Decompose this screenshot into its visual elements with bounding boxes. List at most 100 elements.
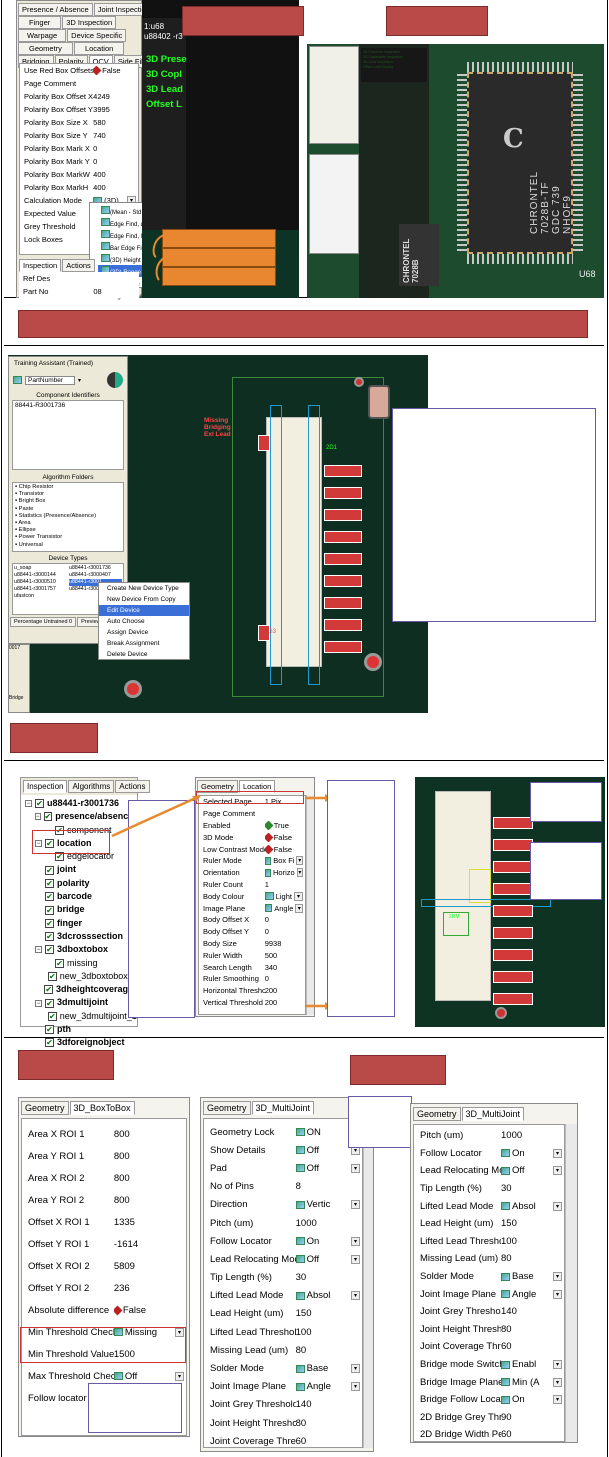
property-row[interactable]: Solder Mode Base ▾ bbox=[414, 1268, 564, 1286]
property-row[interactable]: Area Y ROI 1 800 bbox=[22, 1145, 186, 1167]
menu-break-assignment[interactable]: Break Assignment bbox=[99, 638, 189, 649]
menu-assign-device[interactable]: Assign Device bbox=[99, 627, 189, 638]
property-value[interactable]: 90 bbox=[501, 1412, 564, 1423]
property-value[interactable]: On ▾ bbox=[295, 1236, 362, 1247]
checkbox[interactable]: ✔ bbox=[48, 972, 57, 981]
checkbox[interactable]: ✔ bbox=[48, 1011, 57, 1021]
tab-finger[interactable]: Finger bbox=[18, 16, 62, 29]
property-value[interactable]: Min (A ▾ bbox=[501, 1377, 564, 1388]
checkbox[interactable]: ✔ bbox=[45, 905, 54, 915]
tab-device-specific[interactable]: Device Specific bbox=[67, 29, 127, 42]
property-value[interactable]: 80 bbox=[296, 1345, 362, 1356]
collapse-icon[interactable]: − bbox=[35, 813, 41, 821]
property-value[interactable]: -1614 bbox=[114, 1239, 186, 1250]
device-type-item[interactable]: u_soap bbox=[14, 565, 67, 572]
property-value[interactable]: 0 bbox=[93, 157, 138, 166]
tab-3d-multijoint-p8[interactable]: 3D_MultiJoint bbox=[461, 1107, 525, 1121]
property-row[interactable]: Joint Grey Threshold 140 bbox=[204, 1396, 362, 1414]
tab-3d-boxtobox[interactable]: 3D_BoxToBox bbox=[69, 1101, 135, 1115]
property-value[interactable]: On ▾ bbox=[501, 1394, 564, 1405]
property-row[interactable]: Polarity Box MarkH 400 bbox=[20, 181, 138, 194]
property-value[interactable]: 140 bbox=[296, 1399, 362, 1410]
checkbox[interactable]: ✔ bbox=[35, 799, 44, 809]
checkbox[interactable]: ✔ bbox=[45, 932, 54, 942]
property-row[interactable]: Missing Lead (um) 80 bbox=[204, 1341, 362, 1359]
property-row[interactable]: Joint Coverage Thresh...60 bbox=[414, 1338, 564, 1356]
property-row[interactable]: Offset X ROI 1 1335 bbox=[22, 1211, 186, 1233]
chevron-down-icon[interactable]: ▾ bbox=[350, 1291, 360, 1301]
property-value[interactable]: Enabl ▾ bbox=[501, 1359, 564, 1370]
chevron-down-icon[interactable]: ▾ bbox=[350, 1364, 360, 1374]
checkbox[interactable]: ✔ bbox=[45, 998, 54, 1008]
property-value[interactable]: 400 bbox=[93, 170, 138, 179]
property-value[interactable]: 800 bbox=[114, 1173, 186, 1184]
property-value[interactable]: False bbox=[93, 66, 138, 75]
property-row[interactable]: Absolute difference False bbox=[22, 1299, 186, 1321]
property-row[interactable]: Polarity Box Size Y 740 bbox=[20, 129, 138, 142]
dropdown-arrow-icon[interactable]: ▾ bbox=[78, 377, 81, 384]
property-value[interactable]: 60 bbox=[296, 1436, 362, 1447]
property-value[interactable]: 580 bbox=[93, 118, 138, 127]
search-field[interactable]: PartNumber bbox=[25, 375, 75, 385]
tab-actions[interactable]: Actions bbox=[62, 259, 95, 272]
tab-percentage-untrained[interactable]: Percentage Untrained 0 bbox=[10, 617, 77, 627]
property-value[interactable]: Vertic ▾ bbox=[295, 1199, 362, 1210]
checkbox[interactable]: ✔ bbox=[55, 958, 64, 968]
property-value[interactable]: Base ▾ bbox=[501, 1271, 564, 1282]
property-value[interactable]: 800 bbox=[114, 1195, 186, 1206]
property-row[interactable]: Polarity Box Mark X0 bbox=[20, 142, 138, 155]
menu-new-device-from-copy[interactable]: New Device From Copy bbox=[99, 594, 189, 605]
property-value[interactable]: 100 bbox=[296, 1327, 362, 1338]
property-row[interactable]: Lead Height (um) 150 bbox=[414, 1215, 564, 1233]
tab-warpage[interactable]: Warpage bbox=[18, 29, 67, 42]
folder-item[interactable]: ▪ Bright Box bbox=[15, 498, 121, 505]
property-row[interactable]: Joint Image Plane Angle ▾ bbox=[414, 1285, 564, 1303]
chevron-down-icon[interactable]: ▾ bbox=[553, 1166, 562, 1176]
property-value[interactable]: On ▾ bbox=[501, 1148, 564, 1159]
chevron-down-icon[interactable]: ▾ bbox=[553, 1201, 562, 1211]
collapse-icon[interactable]: − bbox=[35, 999, 42, 1007]
tab-3d-multijoint-p7[interactable]: 3D_MultiJoint bbox=[251, 1101, 315, 1115]
property-row[interactable]: Area Y ROI 2 800 bbox=[22, 1189, 186, 1211]
property-value[interactable]: 60 bbox=[501, 1429, 564, 1440]
property-row[interactable]: Joint Height Threshold ...80 bbox=[204, 1414, 362, 1432]
device-type-item[interactable]: u88441-r3000510 bbox=[14, 579, 67, 586]
property-row[interactable]: Lifted Lead Threshold (...100 bbox=[204, 1323, 362, 1341]
device-type-item[interactable]: u88441-r3001736 bbox=[69, 565, 122, 572]
tab-3d-inspection[interactable]: 3D Inspection bbox=[62, 16, 117, 29]
tab-inspection-tree[interactable]: Inspection bbox=[23, 780, 68, 793]
property-row[interactable]: Page Comment bbox=[20, 77, 138, 90]
property-value[interactable]: 236 bbox=[114, 1283, 186, 1294]
component-id[interactable]: 88441-R3001736 bbox=[15, 402, 121, 409]
folder-item[interactable]: ▪ Statistics (Presence/Absence) bbox=[15, 513, 121, 520]
property-row[interactable]: Missing Lead (um) 80 bbox=[414, 1250, 564, 1268]
chevron-down-icon[interactable]: ▾ bbox=[553, 1395, 562, 1405]
device-type-item[interactable]: u88441-r3000407 bbox=[69, 572, 122, 579]
property-value[interactable]: 5809 bbox=[114, 1261, 186, 1272]
property-row[interactable]: Solder Mode Base ▾ bbox=[204, 1359, 362, 1377]
menu-edit-device[interactable]: Edit Device bbox=[99, 605, 189, 616]
property-row[interactable]: Joint Image Plane Angle ▾ bbox=[204, 1378, 362, 1396]
property-row[interactable]: Lifted Lead Mode Absol ▾ bbox=[414, 1197, 564, 1215]
property-value[interactable]: Off ▾ bbox=[295, 1163, 362, 1174]
property-row[interactable]: Bridge Follow Locator On ▾ bbox=[414, 1391, 564, 1409]
checkbox[interactable]: ✔ bbox=[45, 1025, 54, 1035]
menu-auto-choose[interactable]: Auto Choose bbox=[99, 616, 189, 627]
folder-item[interactable]: ▪ Power Transistor bbox=[15, 534, 121, 541]
property-row[interactable]: Tip Length (%) 30 bbox=[414, 1180, 564, 1198]
property-row[interactable]: Show Details Off ▾ bbox=[204, 1141, 362, 1159]
checkbox[interactable]: ✔ bbox=[45, 918, 54, 928]
property-value[interactable]: 1335 bbox=[114, 1217, 186, 1228]
property-row[interactable]: Follow Locator On ▾ bbox=[414, 1145, 564, 1163]
property-row[interactable]: Offset Y ROI 2 236 bbox=[22, 1277, 186, 1299]
property-row[interactable]: Pitch (um) 1000 bbox=[204, 1214, 362, 1232]
chevron-down-icon[interactable]: ▾ bbox=[350, 1382, 360, 1392]
device-type-item[interactable]: u88441-r3000144 bbox=[14, 572, 67, 579]
property-row[interactable]: Pitch (um) 1000 bbox=[414, 1127, 564, 1145]
property-row[interactable]: Joint Grey Threshold 140 bbox=[414, 1303, 564, 1321]
property-row[interactable]: Lead Relocating Mode Off ▾ bbox=[204, 1250, 362, 1268]
device-type-item[interactable]: u88441-r3001757 bbox=[14, 586, 67, 593]
tab-location[interactable]: Location bbox=[73, 42, 125, 55]
property-row[interactable]: 2D Bridge Grey Thresh...90 bbox=[414, 1409, 564, 1427]
chevron-down-icon[interactable]: ▾ bbox=[350, 1200, 360, 1210]
